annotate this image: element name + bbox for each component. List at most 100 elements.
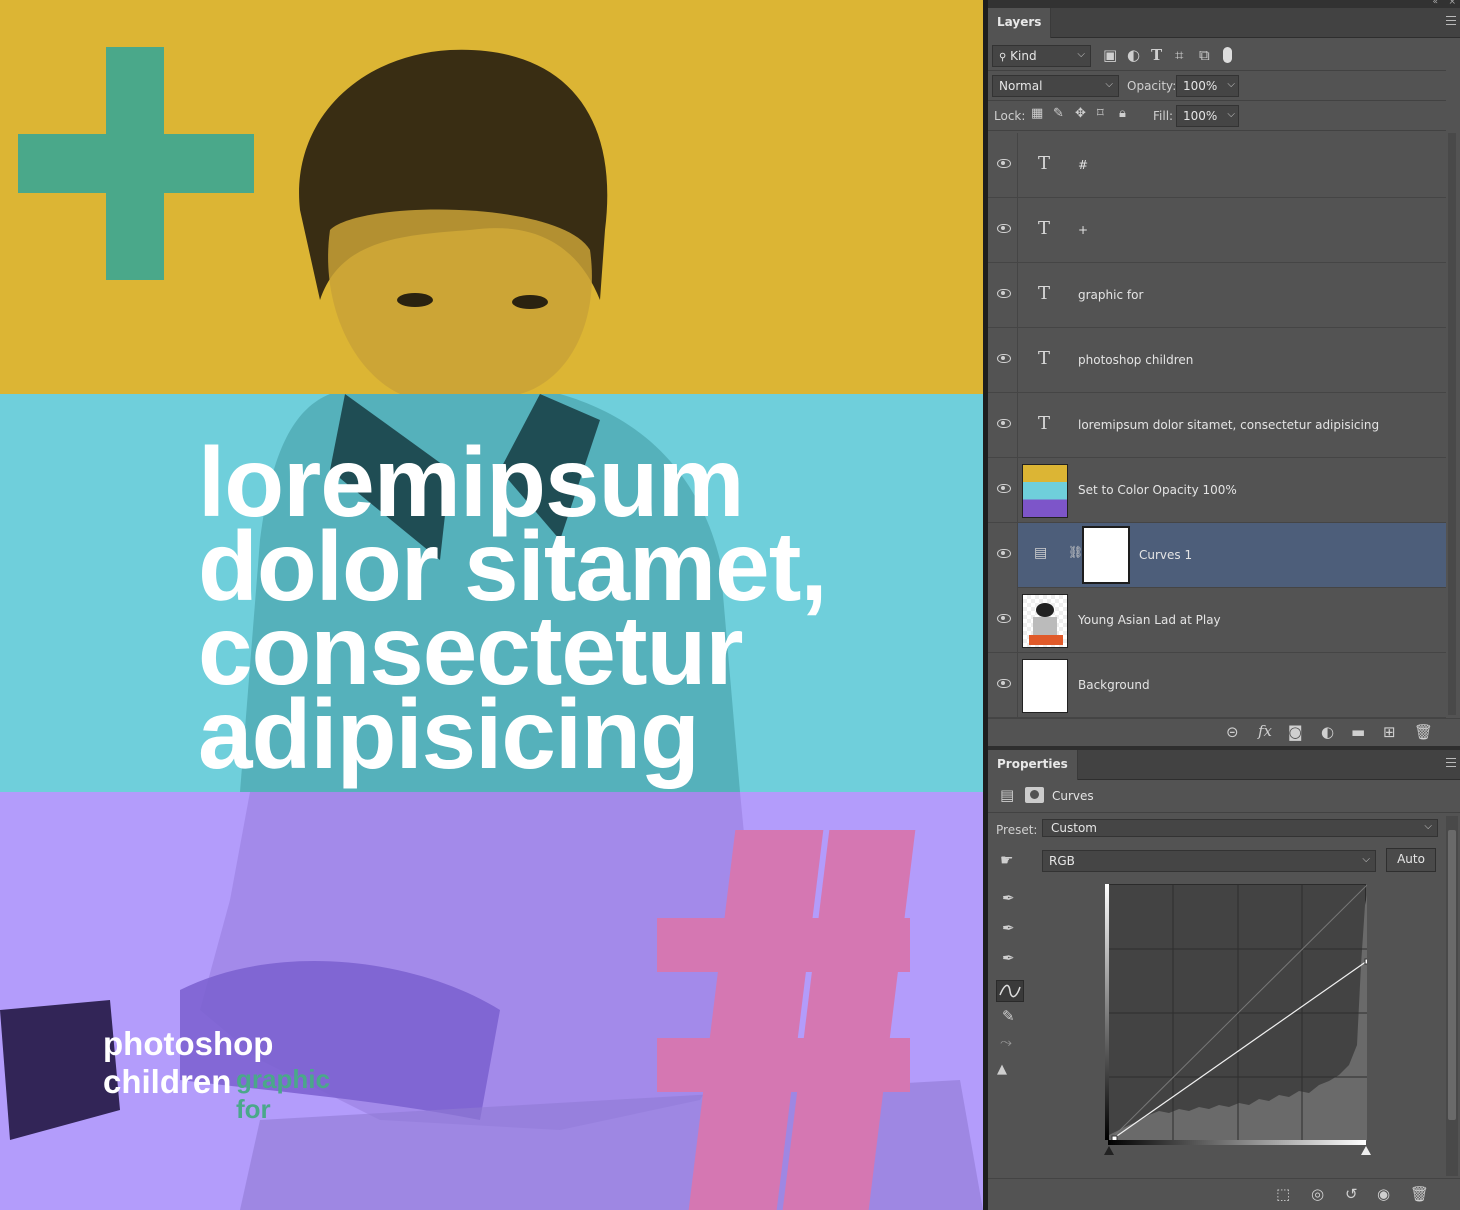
fill-label: Fill: <box>1153 109 1174 123</box>
layer-name: + <box>1078 223 1089 237</box>
filter-shape-icon[interactable]: ⌗ <box>1175 46 1183 64</box>
layer-row[interactable]: Set to Color Opacity 100% <box>988 458 1446 523</box>
layer-row[interactable]: T photoshop children <box>988 328 1446 393</box>
lock-transparent-icon[interactable]: ▦ <box>1031 106 1043 121</box>
point-curve-tool[interactable] <box>996 980 1024 1002</box>
gray-eyedropper-icon[interactable]: ✒ <box>1002 919 1015 937</box>
eye-icon[interactable] <box>997 354 1011 363</box>
text-layer-icon: T <box>1038 283 1051 304</box>
fx-icon[interactable]: fx <box>1258 722 1272 740</box>
layer-row[interactable]: Young Asian Lad at Play <box>988 588 1446 653</box>
layer-name: loremipsum dolor sitamet, consectetur ad… <box>1078 418 1380 432</box>
filter-smartobject-icon[interactable]: ⧉ <box>1199 46 1210 64</box>
eye-icon[interactable] <box>997 419 1011 428</box>
add-mask-icon[interactable]: ◙ <box>1288 723 1303 741</box>
new-group-icon[interactable]: ▬ <box>1351 723 1365 741</box>
reset-icon[interactable]: ↺ <box>1345 1185 1358 1203</box>
document-canvas[interactable]: loremipsum dolor sitamet, consectetur ad… <box>0 0 983 1210</box>
eye-icon[interactable] <box>997 484 1011 493</box>
eye-icon[interactable] <box>997 224 1011 233</box>
view-previous-icon[interactable]: ◎ <box>1311 1185 1324 1203</box>
preset-label: Preset: <box>996 823 1038 837</box>
layers-tabbar: Layers <box>988 8 1460 38</box>
properties-scrollbar[interactable] <box>1446 816 1458 1176</box>
eye-icon[interactable] <box>997 549 1011 558</box>
text-layer-icon: T <box>1038 218 1051 239</box>
eye-icon[interactable] <box>997 679 1011 688</box>
preset-select[interactable]: Custom ⌵ <box>1042 819 1438 837</box>
filter-type-icon[interactable]: T <box>1151 46 1162 64</box>
text-layer-icon: T <box>1038 153 1051 174</box>
link-icon[interactable]: ⛓ <box>1068 545 1083 559</box>
eye-icon[interactable] <box>997 159 1011 168</box>
curves-adjustment-icon[interactable]: ▤ <box>1000 786 1014 804</box>
auto-button[interactable]: Auto <box>1386 848 1436 872</box>
delete-layer-icon[interactable]: 🗑︎ <box>1414 723 1433 741</box>
white-point-slider[interactable] <box>1361 1146 1371 1155</box>
close-icon[interactable]: × <box>1448 0 1456 7</box>
text-layer-icon: T <box>1038 348 1051 369</box>
headline-text: loremipsum dolor sitamet, consectetur ad… <box>198 433 918 783</box>
filter-kind-select[interactable]: ⚲ Kind ⌵ <box>992 45 1091 67</box>
lock-paint-brush-icon[interactable]: ✎ <box>1053 106 1064 121</box>
panel-menu-icon[interactable] <box>1446 16 1456 25</box>
collapse-icon[interactable]: « <box>1432 0 1438 7</box>
layer-row[interactable]: T graphic for <box>988 263 1446 328</box>
fill-field[interactable]: 100% ⌵ <box>1176 105 1239 127</box>
layer-mask-thumbnail[interactable] <box>1082 526 1130 584</box>
blend-mode-select[interactable]: Normal ⌵ <box>992 75 1119 97</box>
right-panel-dock: « × Layers ⚲ Kind ⌵ ▣ ◐ T ⌗ ⧉ Normal ⌵ O… <box>988 0 1460 1210</box>
layer-row[interactable]: T + <box>988 198 1446 263</box>
caption-line: photoshop <box>103 1025 274 1062</box>
targeted-adjustment-icon[interactable]: ☛ <box>1000 851 1013 869</box>
chevron-down-icon: ⌵ <box>1105 79 1113 90</box>
layers-scrollbar[interactable] <box>1448 133 1456 715</box>
panel-menu-icon[interactable] <box>1446 758 1456 767</box>
new-adjustment-icon[interactable]: ◐ <box>1321 723 1334 741</box>
lock-all-icon[interactable]: 🔒︎ <box>1119 106 1126 121</box>
output-gradient-bar <box>1105 884 1109 1140</box>
text-layer-icon: T <box>1038 413 1051 434</box>
tab-layers[interactable]: Layers <box>988 8 1052 38</box>
curve-point[interactable] <box>1364 958 1370 965</box>
layer-row[interactable]: T loremipsum dolor sitamet, consectetur … <box>988 393 1446 458</box>
black-point-slider[interactable] <box>1104 1146 1114 1155</box>
smooth-curve-icon[interactable]: ⤳ <box>1000 1033 1012 1051</box>
black-eyedropper-icon[interactable]: ✒ <box>1002 889 1015 907</box>
filter-icons: ▣ ◐ T ⌗ ⧉ <box>1103 46 1243 66</box>
curves-graph[interactable] <box>1108 884 1370 1142</box>
opacity-field[interactable]: 100% ⌵ <box>1176 75 1239 97</box>
eye-icon[interactable] <box>997 614 1011 623</box>
filter-adjustment-icon[interactable]: ◐ <box>1127 46 1140 64</box>
opacity-label: Opacity: <box>1127 79 1177 93</box>
chevron-down-icon: ⌵ <box>1227 109 1235 120</box>
lock-artboard-icon[interactable]: ⌑ <box>1097 106 1104 121</box>
white-eyedropper-icon[interactable]: ✒ <box>1002 949 1015 967</box>
tab-properties[interactable]: Properties <box>988 750 1078 780</box>
filter-pixel-icon[interactable]: ▣ <box>1103 46 1117 64</box>
clipping-warning-icon[interactable]: ▲ <box>997 1062 1007 1077</box>
search-icon: ⚲ <box>999 52 1007 63</box>
pencil-icon[interactable]: ✎ <box>1002 1007 1015 1025</box>
chevron-down-icon: ⌵ <box>1227 79 1235 90</box>
channel-value: RGB <box>1049 854 1075 868</box>
new-layer-icon[interactable]: ⊞ <box>1383 723 1396 741</box>
chevron-down-icon: ⌵ <box>1424 821 1432 832</box>
lock-move-icon[interactable]: ✥ <box>1075 106 1086 121</box>
layer-row[interactable]: T # <box>988 133 1446 198</box>
layers-list: T # T + T graphic for T photoshop childr… <box>988 133 1446 718</box>
layer-name: Curves 1 <box>1139 548 1193 562</box>
channel-select[interactable]: RGB ⌵ <box>1042 850 1376 872</box>
link-layers-icon[interactable]: ⊝ <box>1226 723 1239 741</box>
curves-plot[interactable] <box>1108 884 1370 1142</box>
layer-row-selected[interactable]: ▤ ⛓ Curves 1 <box>1018 523 1446 588</box>
preset-value: Custom <box>1051 821 1097 835</box>
filter-kind-value: Kind <box>1010 49 1037 63</box>
eye-icon[interactable] <box>997 289 1011 298</box>
mask-icon[interactable] <box>1025 787 1044 803</box>
visibility-eye-icon[interactable]: ◉ <box>1377 1185 1390 1203</box>
clip-to-layer-icon[interactable]: ⬚ <box>1276 1185 1290 1203</box>
filter-toggle-icon[interactable] <box>1223 47 1232 63</box>
delete-adjustment-icon[interactable]: 🗑︎ <box>1410 1185 1429 1203</box>
layer-row[interactable]: Background <box>988 653 1446 718</box>
